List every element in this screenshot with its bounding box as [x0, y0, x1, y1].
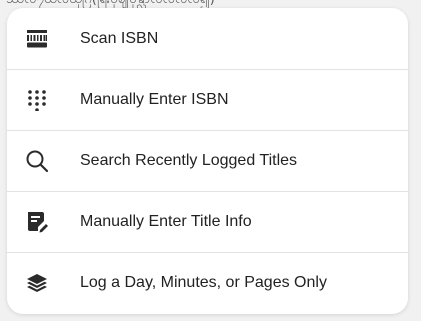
menu-item-log-day-minutes-pages[interactable]: Log a Day, Minutes, or Pages Only — [7, 252, 408, 313]
menu-item-label: Scan ISBN — [80, 29, 159, 47]
add-entry-menu: Scan ISBN Manually Enter ISBN Search Rec… — [7, 8, 408, 314]
menu-item-label: Search Recently Logged Titles — [80, 151, 298, 169]
menu-item-label: Manually Enter ISBN — [80, 90, 229, 108]
menu-item-manual-isbn[interactable]: Manually Enter ISBN — [7, 69, 408, 130]
search-icon — [25, 149, 49, 173]
layers-icon — [25, 271, 49, 295]
menu-item-search-titles[interactable]: Search Recently Logged Titles — [7, 130, 408, 191]
menu-item-label: Log a Day, Minutes, or Pages Only — [80, 273, 327, 291]
menu-item-label: Manually Enter Title Info — [80, 212, 252, 230]
edit-note-icon — [25, 210, 49, 234]
menu-item-manual-title-info[interactable]: Manually Enter Title Info — [7, 191, 408, 252]
barcode-icon — [25, 27, 49, 51]
menu-item-scan-isbn[interactable]: Scan ISBN — [7, 8, 408, 69]
keypad-icon — [25, 88, 49, 112]
